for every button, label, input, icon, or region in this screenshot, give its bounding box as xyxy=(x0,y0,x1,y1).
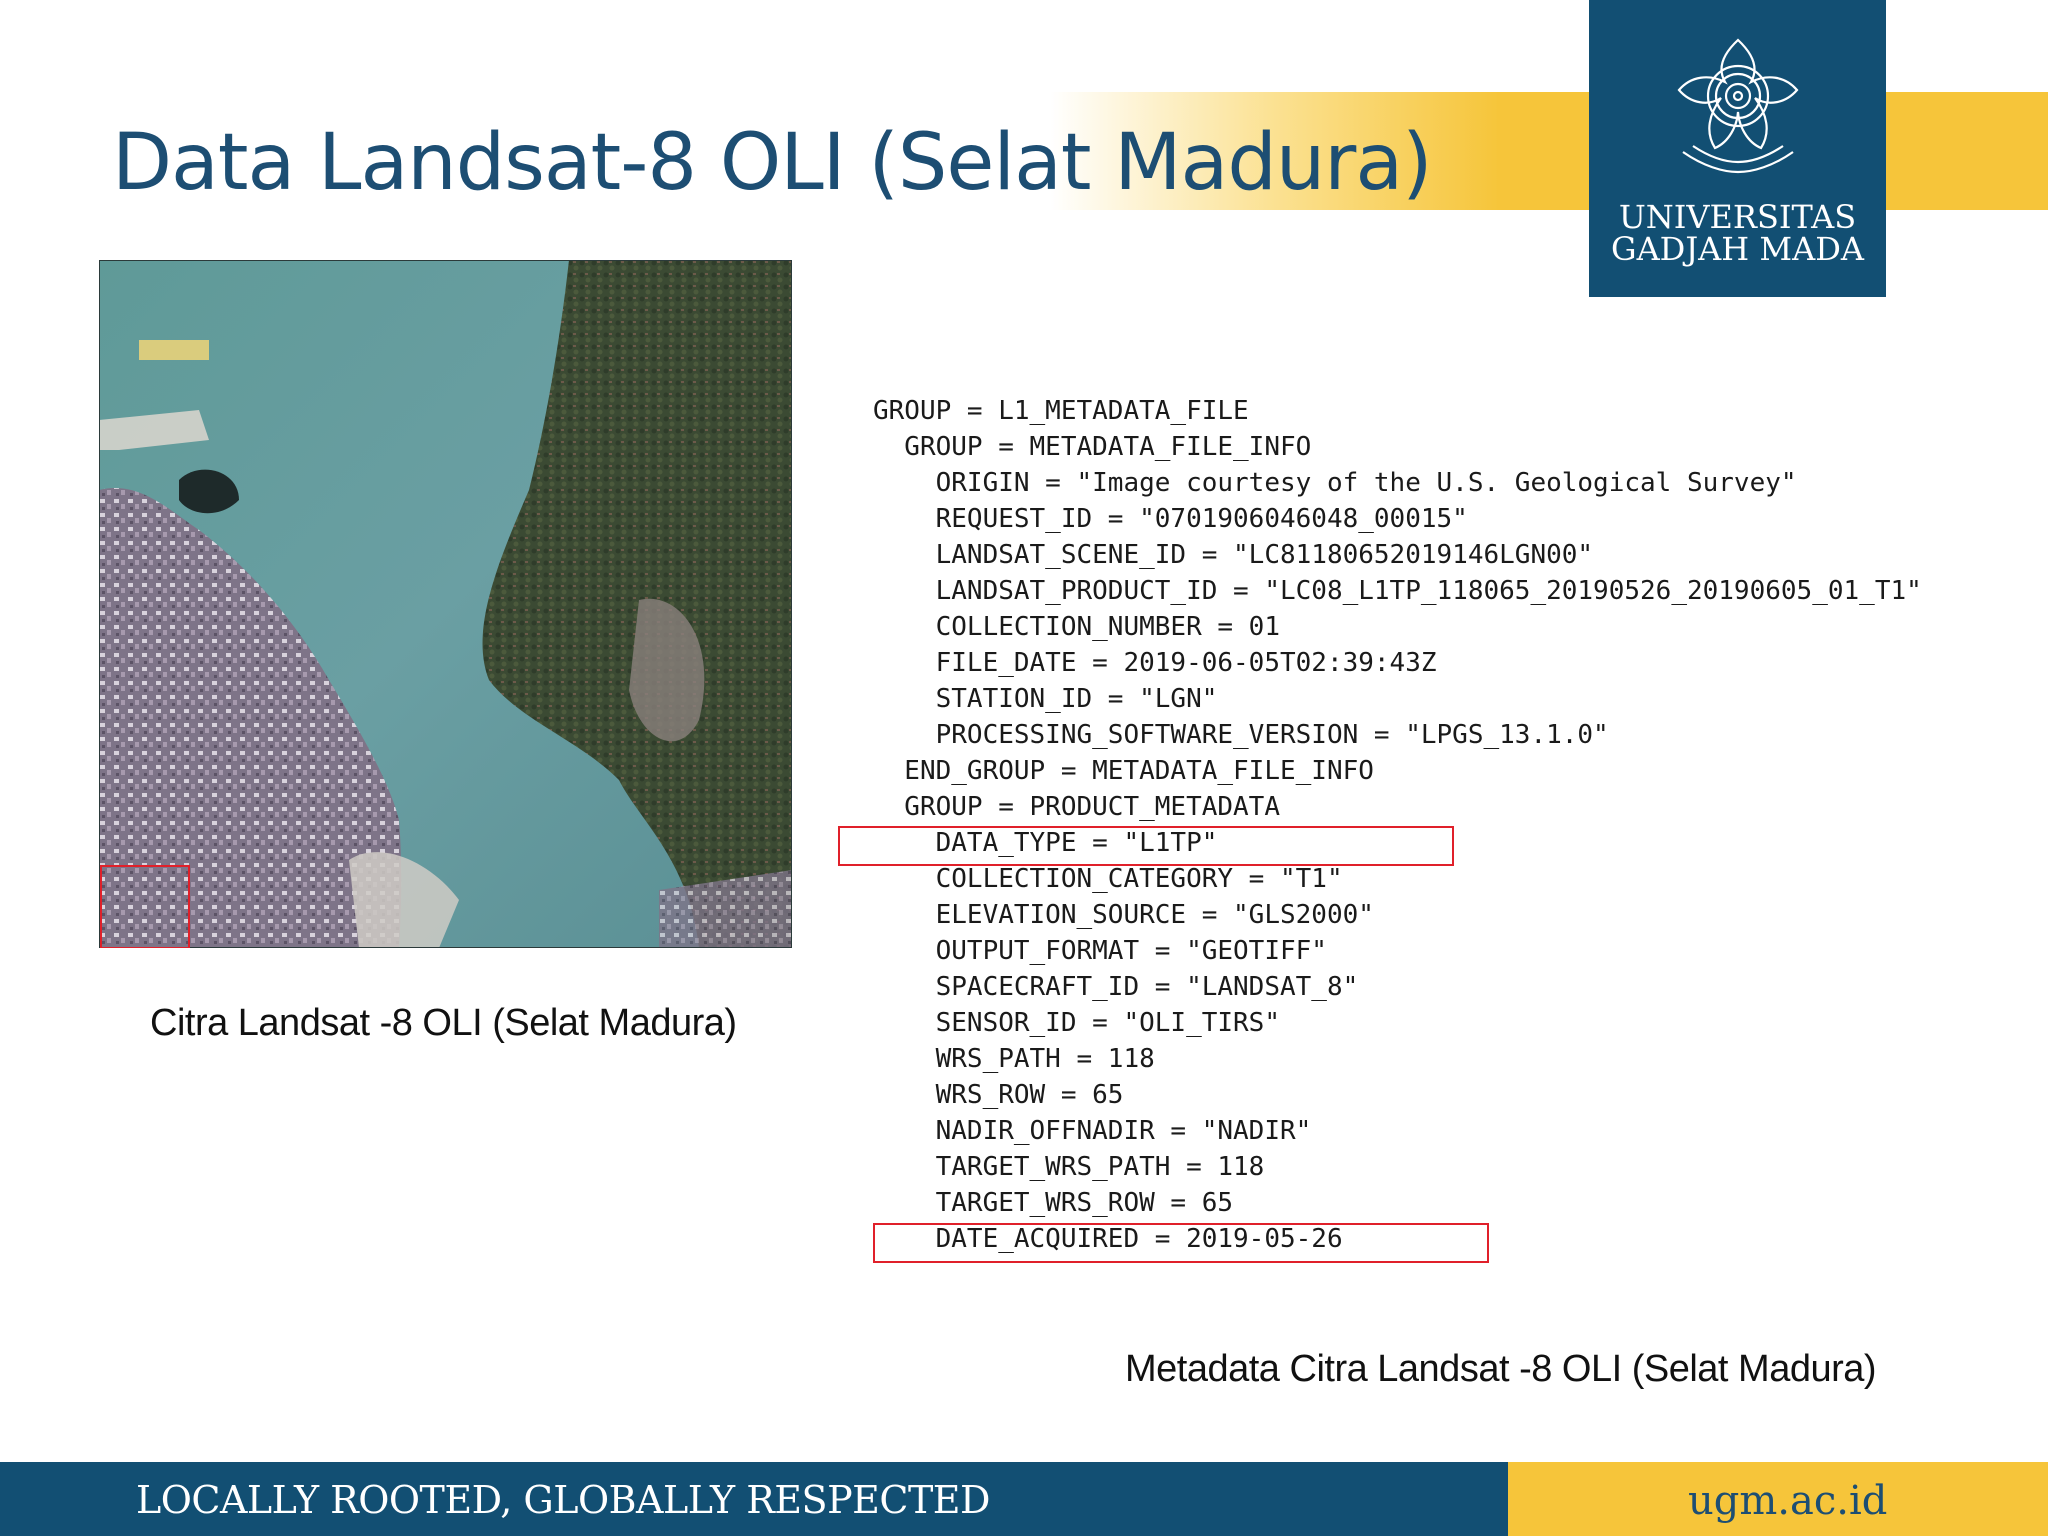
metadata-line: COLLECTION_CATEGORY = "T1" xyxy=(873,864,1343,894)
metadata-line: LANDSAT_SCENE_ID = "LC81180652019146LGN0… xyxy=(873,540,1594,570)
metadata-listing: GROUP = L1_METADATA_FILE GROUP = METADAT… xyxy=(873,393,1922,1257)
metadata-line: SPACECRAFT_ID = "LANDSAT_8" xyxy=(873,972,1359,1002)
metadata-line: PROCESSING_SOFTWARE_VERSION = "LPGS_13.1… xyxy=(873,720,1609,750)
footer-url-bar: ugm.ac.id xyxy=(1508,1462,2048,1536)
metadata-line: LANDSAT_PRODUCT_ID = "LC08_L1TP_118065_2… xyxy=(873,576,1922,606)
metadata-line: FILE_DATE = 2019-06-05T02:39:43Z xyxy=(873,648,1437,678)
footer-motto: LOCALLY ROOTED, GLOBALLY RESPECTED xyxy=(136,1478,991,1522)
metadata-line: GROUP = PRODUCT_METADATA xyxy=(873,792,1280,822)
metadata-line: TARGET_WRS_ROW = 65 xyxy=(873,1188,1234,1218)
metadata-line: GROUP = L1_METADATA_FILE xyxy=(873,396,1249,426)
footer-motto-bar: LOCALLY ROOTED, GLOBALLY RESPECTED xyxy=(0,1462,1508,1536)
metadata-line: NADIR_OFFNADIR = "NADIR" xyxy=(873,1116,1312,1146)
logo-text-gadjah-mada: GADJAH MADA xyxy=(1611,230,1864,268)
highlight-data-type xyxy=(838,826,1454,866)
slide-title: Data Landsat-8 OLI (Selat Madura) xyxy=(112,118,1433,208)
metadata-line: WRS_PATH = 118 xyxy=(873,1044,1155,1074)
metadata-line: REQUEST_ID = "0701906046048_00015" xyxy=(873,504,1468,534)
logo-text-universitas: UNIVERSITAS xyxy=(1618,198,1857,236)
highlight-date-acquired xyxy=(873,1223,1489,1263)
metadata-line: WRS_ROW = 65 xyxy=(873,1080,1124,1110)
metadata-line: COLLECTION_NUMBER = 01 xyxy=(873,612,1280,642)
satellite-image xyxy=(99,260,792,948)
metadata-line: TARGET_WRS_PATH = 118 xyxy=(873,1152,1265,1182)
ugm-logo: UNIVERSITAS GADJAH MADA xyxy=(1589,0,1886,297)
ugm-seal-icon xyxy=(1677,38,1799,174)
metadata-line: SENSOR_ID = "OLI_TIRS" xyxy=(873,1008,1280,1038)
image-caption: Citra Landsat -8 OLI (Selat Madura) xyxy=(150,1002,737,1044)
footer-url: ugm.ac.id xyxy=(1688,1478,1888,1524)
metadata-line: ELEVATION_SOURCE = "GLS2000" xyxy=(873,900,1374,930)
metadata-line: OUTPUT_FORMAT = "GEOTIFF" xyxy=(873,936,1327,966)
metadata-line: ORIGIN = "Image courtesy of the U.S. Geo… xyxy=(873,468,1797,498)
metadata-line: GROUP = METADATA_FILE_INFO xyxy=(873,432,1312,462)
metadata-line: STATION_ID = "LGN" xyxy=(873,684,1218,714)
metadata-line: END_GROUP = METADATA_FILE_INFO xyxy=(873,756,1374,786)
metadata-caption: Metadata Citra Landsat -8 OLI (Selat Mad… xyxy=(1125,1348,1877,1390)
